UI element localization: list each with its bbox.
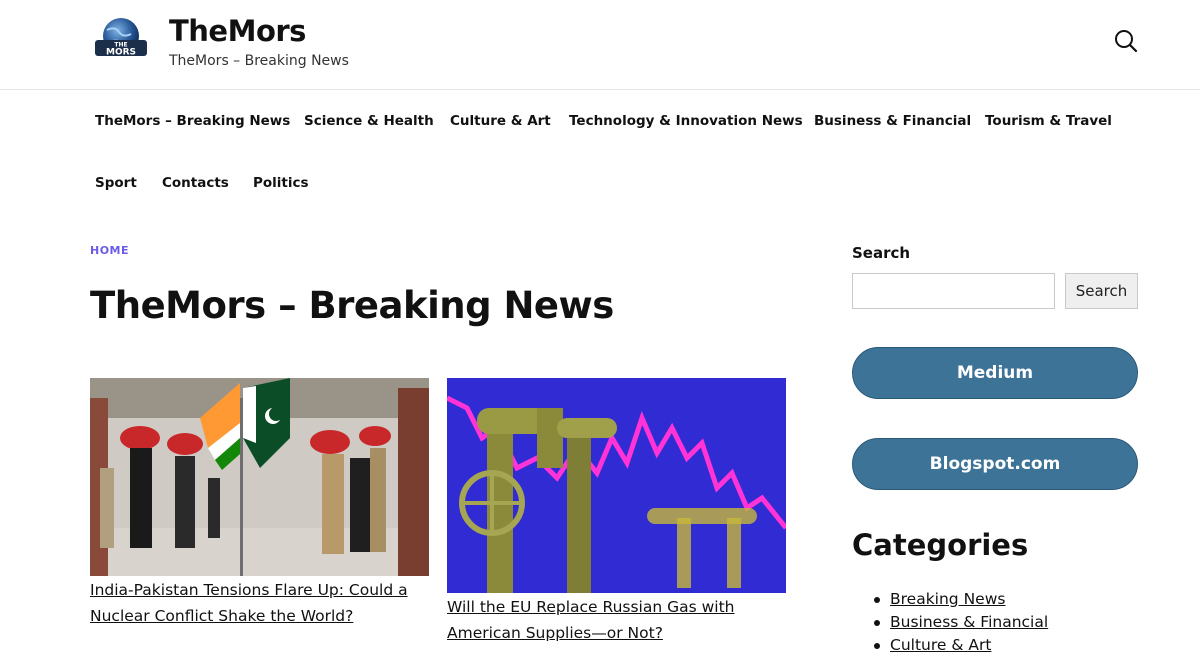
- nav-item-culture-art[interactable]: Culture & Art: [450, 113, 551, 129]
- post-title-line[interactable]: India-Pakistan Tensions Flare Up: Could …: [90, 581, 408, 599]
- nav-item-breaking-news[interactable]: TheMors – Breaking News: [95, 113, 290, 129]
- nav-item-business-financial[interactable]: Business & Financial: [814, 113, 971, 129]
- category-link-business-financial[interactable]: Business & Financial: [890, 613, 1048, 631]
- post-card: India-Pakistan Tensions Flare Up: Could …: [90, 378, 430, 638]
- primary-navigation: TheMors – Breaking News Science & Health…: [0, 90, 1200, 220]
- search-icon[interactable]: [1113, 28, 1139, 54]
- breadcrumb-home[interactable]: HOME: [90, 244, 129, 257]
- categories-title: Categories: [852, 528, 1029, 562]
- nav-item-sport[interactable]: Sport: [95, 175, 137, 191]
- post-title-link[interactable]: Will the EU Replace Russian Gas with Ame…: [447, 594, 787, 646]
- post-title-line[interactable]: American Supplies—or Not?: [447, 624, 663, 642]
- site-header: THE MORS TheMors TheMors – Breaking News: [0, 0, 1200, 90]
- nav-item-politics[interactable]: Politics: [253, 175, 309, 191]
- site-logo[interactable]: THE MORS: [93, 16, 149, 64]
- post-thumbnail-border-ceremony[interactable]: [90, 378, 429, 576]
- site-tagline: TheMors – Breaking News: [169, 53, 349, 69]
- list-item: Business & Financial: [874, 611, 1048, 634]
- bullet-icon: [874, 620, 880, 626]
- post-title-line[interactable]: Nuclear Conflict Shake the World?: [90, 607, 353, 625]
- post-title-link[interactable]: India-Pakistan Tensions Flare Up: Could …: [90, 577, 430, 629]
- nav-item-tourism-travel[interactable]: Tourism & Travel: [985, 113, 1112, 129]
- svg-text:MORS: MORS: [106, 48, 136, 58]
- nav-item-technology[interactable]: Technology & Innovation News: [569, 113, 803, 129]
- bullet-icon: [874, 597, 880, 603]
- blogspot-button[interactable]: Blogspot.com: [852, 438, 1138, 490]
- list-item: Breaking News: [874, 588, 1048, 611]
- list-item: Culture & Art: [874, 634, 1048, 657]
- post-card: Will the EU Replace Russian Gas with Ame…: [447, 378, 787, 648]
- nav-item-contacts[interactable]: Contacts: [162, 175, 229, 191]
- search-label: Search: [852, 244, 911, 262]
- categories-list: Breaking News Business & Financial Cultu…: [874, 588, 1048, 657]
- search-input[interactable]: [852, 273, 1055, 309]
- search-button[interactable]: Search: [1065, 273, 1138, 309]
- post-title-line[interactable]: Will the EU Replace Russian Gas with: [447, 598, 735, 616]
- medium-button[interactable]: Medium: [852, 347, 1138, 399]
- category-link-breaking-news[interactable]: Breaking News: [890, 590, 1005, 608]
- globe-logo-icon: THE MORS: [95, 18, 147, 58]
- site-title[interactable]: TheMors: [169, 14, 306, 48]
- page-title: TheMors – Breaking News: [90, 284, 614, 327]
- bullet-icon: [874, 643, 880, 649]
- nav-item-science-health[interactable]: Science & Health: [304, 113, 434, 129]
- category-link-culture-art[interactable]: Culture & Art: [890, 636, 991, 654]
- post-thumbnail-gas-pipes[interactable]: [447, 378, 786, 593]
